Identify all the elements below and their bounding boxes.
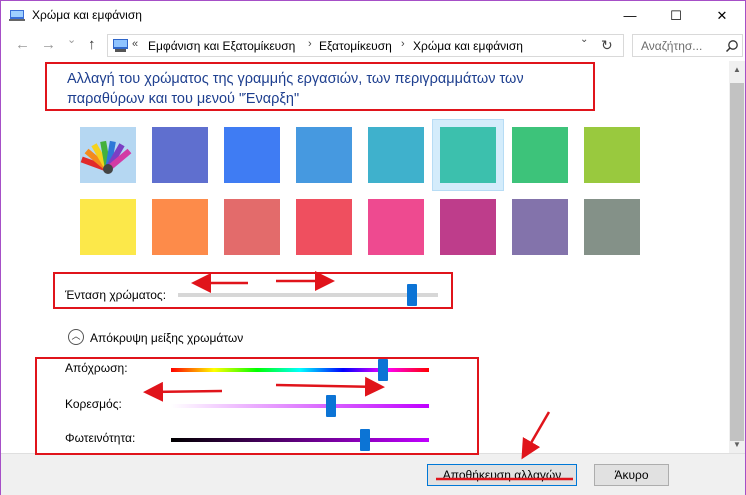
save-changes-button[interactable]: Αποθήκευση αλλαγών <box>427 464 577 486</box>
title-bar: Χρώμα και εμφάνιση — ☐ ✕ <box>1 1 745 30</box>
color-swatch[interactable] <box>440 199 496 255</box>
color-swatch[interactable] <box>224 199 280 255</box>
color-swatch-selected[interactable] <box>440 127 496 183</box>
scrollbar-thumb[interactable] <box>730 83 744 441</box>
color-swatch[interactable] <box>584 199 640 255</box>
cancel-button[interactable]: Άκυρο <box>594 464 669 486</box>
breadcrumb-appearance[interactable]: Εμφάνιση και Εξατομίκευση <box>148 39 295 53</box>
color-swatch[interactable] <box>368 127 424 183</box>
up-arrow-icon[interactable]: ↑ <box>88 36 96 53</box>
vertical-scrollbar[interactable]: ▲ ▼ <box>729 61 745 453</box>
annotation-box-mixer <box>35 357 479 455</box>
search-placeholder: Αναζήτησ... <box>641 39 703 53</box>
control-panel-icon <box>113 39 128 52</box>
breadcrumb-separator-icon[interactable]: › <box>308 38 312 50</box>
color-swatch[interactable] <box>512 199 568 255</box>
back-arrow-icon[interactable]: ← <box>15 36 30 53</box>
color-swatch[interactable] <box>368 199 424 255</box>
breadcrumb-overflow-icon[interactable]: « <box>132 38 138 50</box>
hide-color-mixer-link[interactable]: Απόκρυψη μείξης χρωμάτων <box>90 331 243 345</box>
annotation-box-heading <box>45 62 595 111</box>
scroll-up-icon[interactable]: ▲ <box>733 65 741 74</box>
color-swatch[interactable] <box>80 199 136 255</box>
color-palette-icon <box>80 127 136 183</box>
color-swatch[interactable] <box>152 127 208 183</box>
color-swatch[interactable] <box>152 199 208 255</box>
recent-locations-icon[interactable]: ⌄ <box>67 33 76 46</box>
color-swatch[interactable] <box>296 127 352 183</box>
refresh-icon[interactable]: ↻ <box>601 37 613 54</box>
search-icon[interactable] <box>725 39 739 53</box>
color-swatch[interactable] <box>224 127 280 183</box>
scroll-down-icon[interactable]: ▼ <box>733 440 741 449</box>
button-bar: Αποθήκευση αλλαγών Άκυρο <box>1 453 745 495</box>
address-bar[interactable]: « Εμφάνιση και Εξατομίκευση › Εξατομίκευ… <box>107 34 624 57</box>
breadcrumb-separator-icon[interactable]: › <box>401 38 405 50</box>
annotation-box-intensity <box>53 272 453 309</box>
color-swatch[interactable] <box>584 127 640 183</box>
maximize-button[interactable]: ☐ <box>653 1 699 30</box>
forward-arrow-icon[interactable]: → <box>41 36 56 53</box>
navigation-bar: ← → ⌄ ↑ « Εμφάνιση και Εξατομίκευση › Εξ… <box>1 30 745 61</box>
custom-color-swatch[interactable] <box>80 127 136 183</box>
search-box[interactable]: Αναζήτησ... <box>632 34 743 57</box>
close-button[interactable]: ✕ <box>699 1 745 30</box>
personalization-icon <box>9 10 25 21</box>
color-swatch[interactable] <box>512 127 568 183</box>
breadcrumb-color-appearance[interactable]: Χρώμα και εμφάνιση <box>413 39 523 53</box>
color-swatch[interactable] <box>296 199 352 255</box>
minimize-button[interactable]: — <box>607 1 653 30</box>
address-dropdown-icon[interactable]: ⌄ <box>580 34 588 45</box>
breadcrumb-personalization[interactable]: Εξατομίκευση <box>319 39 392 53</box>
collapse-chevron-icon[interactable]: ︿ <box>68 329 84 345</box>
window-title: Χρώμα και εμφάνιση <box>32 8 142 22</box>
